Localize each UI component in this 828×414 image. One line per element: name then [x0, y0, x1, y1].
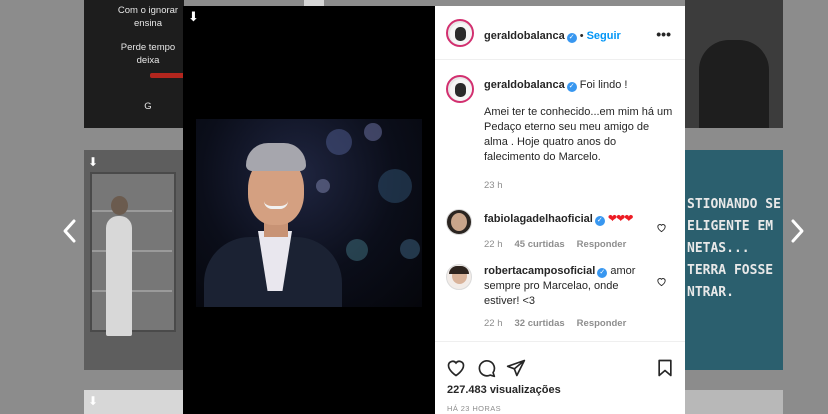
comment-username[interactable]: robertacamposoficial [484, 265, 595, 277]
shelf-shape [92, 290, 172, 292]
comment-bubble-icon[interactable] [476, 358, 496, 378]
caption-head: Foi lindo ! [579, 79, 628, 91]
comment-meta: 22 h 32 curtidas Responder [484, 318, 626, 329]
comment-meta: 22 h 45 curtidas Responder [484, 239, 626, 250]
tile-text: Perde tempo [120, 42, 176, 53]
avatar[interactable] [446, 209, 472, 235]
verified-badge-icon: ✓ [597, 268, 608, 278]
like-heart-icon[interactable] [446, 358, 466, 378]
comment-likes[interactable]: 32 curtidas [515, 318, 565, 329]
previous-post-arrow-icon[interactable] [62, 218, 78, 244]
tile-text: NTRAR. [687, 285, 734, 300]
avatar[interactable] [446, 75, 474, 103]
post-side-panel: geraldobalanca ✓ • Seguir ••• geraldobalanc… [435, 6, 685, 414]
shelf-shape [92, 250, 172, 252]
person-body [106, 216, 132, 336]
like-comment-heart-icon[interactable] [656, 220, 667, 233]
header-user-line: geraldobalanca ✓ • Seguir [484, 26, 621, 44]
shelf-shape [92, 210, 172, 212]
comment-body: fabiolagadelhaoficial ✓ ❤❤❤ [484, 212, 642, 227]
background-post-tile: ⬇ [84, 150, 184, 370]
comment-text: ❤❤❤ [607, 213, 634, 225]
bokeh-light [346, 239, 368, 261]
share-paper-plane-icon[interactable] [506, 358, 526, 378]
like-comment-heart-icon[interactable] [656, 274, 667, 287]
caption-time: 23 h [484, 180, 503, 191]
post-actions: 227.483 visualizações HÁ 23 HORAS [435, 341, 685, 414]
comment-likes[interactable]: 45 curtidas [515, 239, 565, 250]
bokeh-light [326, 129, 352, 155]
download-icon: ⬇ [88, 155, 99, 169]
background-post-tile [685, 0, 783, 128]
post-caption: geraldobalanca ✓ Foi lindo ! Amei ter te … [484, 78, 674, 193]
post-photo [196, 119, 422, 307]
verified-badge-icon: ✓ [594, 216, 605, 226]
avatar-figure [455, 27, 466, 41]
reply-button[interactable]: Responder [577, 239, 627, 250]
tile-text: deixa [136, 55, 160, 66]
tile-text: Com o ignorar [117, 5, 179, 16]
tile-text: ensina [134, 18, 162, 29]
bokeh-light [378, 169, 412, 203]
comment-time: 22 h [484, 318, 503, 329]
comment-username[interactable]: fabiolagadelhaoficial [484, 213, 593, 225]
save-bookmark-icon[interactable] [655, 358, 675, 378]
post-media[interactable]: ⬇ [183, 6, 435, 414]
caption-username[interactable]: geraldobalanca [484, 79, 565, 91]
comment-body: robertacamposoficial ✓ amor sempre pro Ma… [484, 264, 642, 309]
avatar-face [451, 213, 467, 231]
fridge-shape [90, 172, 176, 332]
bokeh-light [364, 123, 382, 141]
tile-text: G [144, 101, 152, 112]
follow-button[interactable]: Seguir [587, 30, 621, 42]
comment-time: 22 h [484, 239, 503, 250]
tile-text: STIONANDO SE [687, 197, 781, 212]
username-link[interactable]: geraldobalanca [484, 30, 565, 42]
avatar[interactable] [446, 264, 472, 290]
verified-badge-icon: ✓ [566, 82, 577, 92]
suit-shape [699, 40, 769, 128]
avatar-figure [455, 83, 466, 97]
separator-dot: • [579, 30, 584, 42]
download-icon: ⬇ [88, 394, 99, 408]
bokeh-light [316, 179, 330, 193]
tile-text: NETAS... [687, 241, 750, 256]
view-count[interactable]: 227.483 visualizações [447, 384, 561, 396]
next-post-arrow-icon[interactable] [789, 218, 805, 244]
background-post-tile: STIONANDO SE ELIGENTE EM NETAS... TERRA … [685, 150, 783, 370]
more-options-icon[interactable]: ••• [656, 26, 671, 42]
caption-text: Amei ter te conhecido...em mim há um Ped… [484, 106, 673, 163]
post-header: geraldobalanca ✓ • Seguir ••• [435, 6, 685, 60]
person-head [111, 196, 128, 215]
avatar[interactable] [446, 19, 474, 47]
download-icon[interactable]: ⬇ [188, 10, 199, 23]
man-hair [246, 143, 306, 171]
background-post-tile: ⬇ [84, 390, 184, 414]
avatar-hair [449, 266, 469, 274]
bokeh-light [400, 239, 420, 259]
reply-button[interactable]: Responder [577, 318, 627, 329]
posted-time: HÁ 23 HORAS [447, 404, 501, 413]
background-post-tile: Com o ignorar ensina Perde tempo deixa G [84, 0, 184, 128]
tile-text: TERRA FOSSE [687, 263, 774, 278]
verified-badge-icon: ✓ [566, 33, 577, 43]
background-post-tile [685, 390, 783, 414]
red-bar [150, 73, 184, 78]
tile-text: ELIGENTE EM [687, 219, 774, 234]
